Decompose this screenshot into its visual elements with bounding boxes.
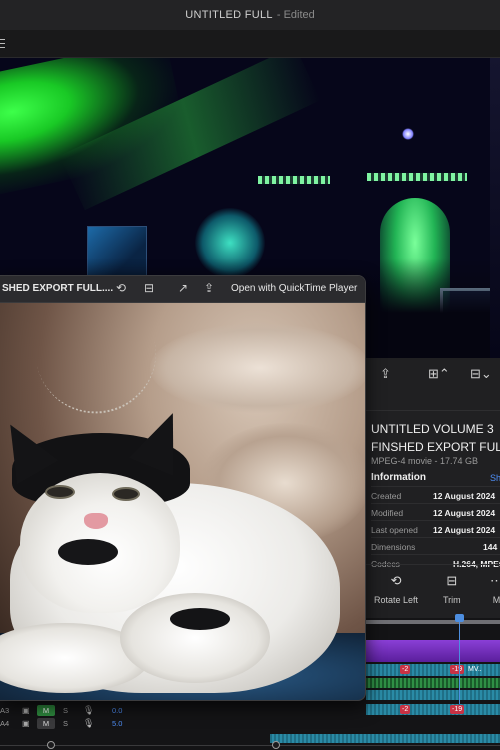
cat-nose [84, 513, 108, 529]
clip-label: MV.. [468, 666, 482, 673]
film-icon[interactable]: ▣ [22, 719, 30, 728]
info-value: 12 August 2024 [433, 491, 496, 501]
rotate-left-button[interactable]: ⟲ Rotate Left [374, 573, 418, 605]
microphone-icon[interactable]: 🎙 [83, 705, 94, 716]
info-value: 12 August 2024 [433, 508, 496, 518]
app-titlebar: UNTITLED FULL - Edited [0, 0, 500, 30]
track-label: A3 [0, 706, 10, 715]
more-icon: ⋯ [490, 573, 500, 588]
cat-eye [112, 487, 140, 501]
rotate-left-icon: ⟲ [390, 573, 402, 588]
trim-button[interactable]: ⊟ Trim [443, 573, 461, 605]
film-icon[interactable]: ▣ [22, 706, 30, 715]
cat-eye [45, 485, 75, 499]
track-label: A4 [0, 719, 10, 728]
stage-light-bar [258, 176, 330, 184]
info-key: Last opened [371, 525, 418, 535]
info-key: Created [371, 491, 402, 501]
info-row-modified: Modified 12 August 2024 [371, 503, 500, 520]
information-heading: Information [371, 472, 426, 483]
solo-button[interactable]: S [63, 706, 68, 715]
info-row-created: Created 12 August 2024 [371, 486, 500, 503]
fx-badge: -2 [400, 705, 411, 714]
quicklook-window[interactable]: SHED EXPORT FULL.... ⟲ ⊟ ↗ ⇪ Open with Q… [0, 275, 366, 701]
file-name-line: FINSHED EXPORT FULL. [371, 440, 500, 454]
scroll-handle-right[interactable] [272, 741, 280, 749]
track-header-a3: A3 ▣ M S 🎙 0.0 [0, 704, 270, 718]
audio-clip[interactable]: -2 -19 MV.. [366, 664, 500, 676]
audio-clip[interactable]: -2 -19 [366, 704, 500, 715]
more-label: M [492, 595, 500, 605]
fx-badge: -2 [400, 665, 411, 674]
track-header-a4: A4 ▣ M S 🎙 5.0 [0, 717, 270, 731]
microphone-icon[interactable]: 🎙 [83, 718, 94, 729]
share-icon[interactable]: ⇪ [204, 281, 214, 295]
markup-icon[interactable]: ↗ [178, 281, 188, 295]
file-path-line: UNTITLED VOLUME 3 [371, 422, 494, 436]
stage-light-bar [367, 173, 467, 181]
rotate-icon[interactable]: ⟲ [116, 281, 126, 295]
audio-clip[interactable] [366, 690, 500, 700]
fabric-fold [150, 323, 365, 413]
spotlight [402, 128, 414, 140]
scroll-handle-left[interactable] [47, 741, 55, 749]
info-key: Dimensions [371, 542, 416, 552]
info-row-last-opened: Last opened 12 August 2024 [371, 520, 500, 537]
rotate-left-label: Rotate Left [374, 595, 419, 605]
cat-chin-marking [58, 539, 118, 565]
mute-button[interactable]: M [37, 705, 55, 716]
cat-paw [120, 593, 270, 683]
group-by-icon[interactable]: ⊟⌄ [470, 366, 492, 382]
audio-clip[interactable] [270, 734, 500, 743]
app-toolbar [0, 30, 500, 58]
info-panel-toolbar: ⇪ ⊞⌃ ⊟⌄ [366, 358, 500, 398]
fx-badge: -19 [450, 705, 465, 714]
information-rows: Created 12 August 2024 Modified 12 Augus… [371, 486, 500, 571]
file-kind-size: MPEG-4 movie - 17.74 GB [371, 456, 479, 466]
fx-badge: -19 [450, 665, 465, 674]
divider [366, 410, 500, 411]
video-clip[interactable] [366, 640, 500, 662]
file-name-title: UNTITLED VOLUME 3 FINSHED EXPORT FULL. [371, 420, 500, 456]
solo-button[interactable]: S [63, 719, 68, 728]
view-options-icon[interactable]: ⊞⌃ [428, 366, 450, 382]
audio-waveform[interactable] [366, 678, 500, 688]
track-volume[interactable]: 0.0 [112, 706, 122, 715]
trim-label: Trim [443, 595, 461, 605]
info-row-dimensions: Dimensions 144 [371, 537, 500, 554]
hamburger-menu-icon[interactable] [0, 39, 5, 48]
track-volume[interactable]: 5.0 [112, 719, 122, 728]
viewer-edge [490, 58, 500, 358]
share-icon[interactable]: ⇪ [380, 366, 391, 382]
quicklook-toolbar: SHED EXPORT FULL.... ⟲ ⊟ ↗ ⇪ Open with Q… [0, 276, 365, 303]
more-button[interactable]: ⋯ M [490, 573, 500, 605]
timeline-ruler[interactable] [366, 620, 500, 624]
video-preview[interactable] [0, 303, 365, 700]
file-info-panel: ⇪ ⊞⌃ ⊟⌄ UNTITLED VOLUME 3 FINSHED EXPORT… [366, 358, 500, 618]
playhead[interactable] [459, 618, 460, 710]
quick-actions: ⟲ Rotate Left ⊟ Trim ⋯ M [366, 564, 500, 616]
mute-button[interactable]: M [37, 718, 55, 729]
quicklook-filename: SHED EXPORT FULL.... [2, 283, 114, 294]
app-title: UNTITLED FULL [185, 9, 273, 21]
timeline-scrollbar[interactable] [0, 745, 500, 746]
trim-icon[interactable]: ⊟ [144, 281, 154, 295]
info-key: Modified [371, 508, 404, 518]
info-value: 12 August 2024 [433, 525, 496, 535]
open-with-quicktime-button[interactable]: Open with QuickTime Player [231, 283, 357, 294]
info-value: 144 [483, 542, 498, 552]
cat-paw-marking [170, 608, 230, 630]
show-more-link[interactable]: Sh [490, 473, 500, 483]
trim-icon: ⊟ [446, 573, 458, 588]
edited-indicator: - Edited [276, 9, 315, 21]
